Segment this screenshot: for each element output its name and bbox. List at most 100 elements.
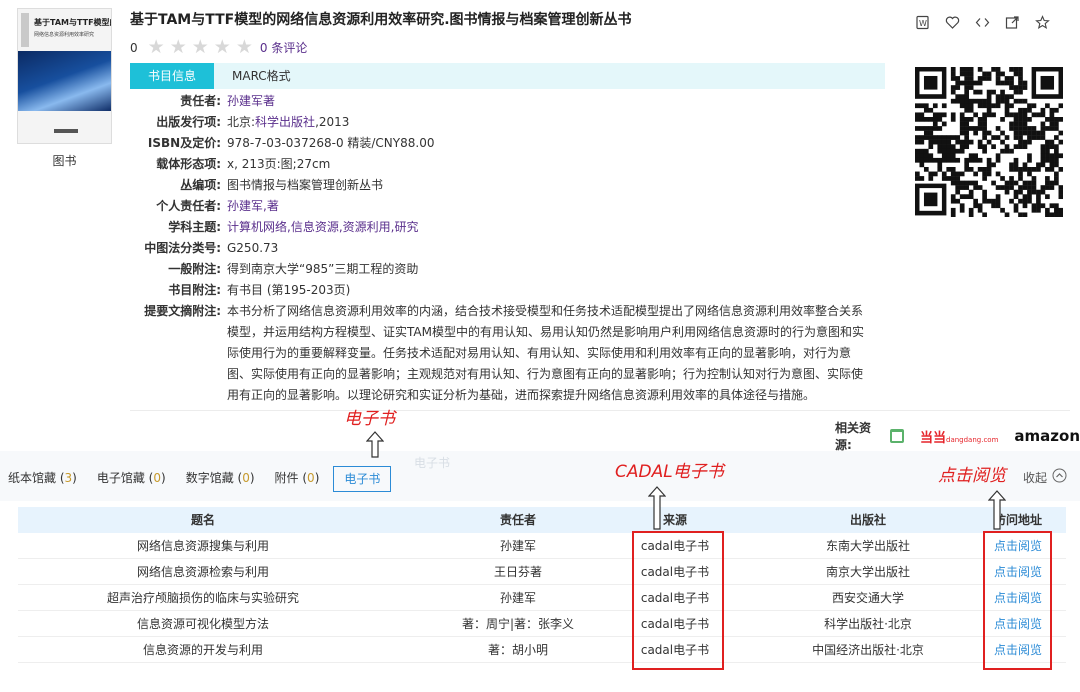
share-external-icon[interactable] [1005, 15, 1020, 30]
record-tabs: 书目信息 MARC格式 [130, 63, 885, 89]
table-cell: 孙建军 [499, 591, 536, 605]
table-header-cell: 来源 [662, 513, 687, 527]
annotation-cadal: CADAL电子书 [615, 462, 724, 482]
holdings-tab[interactable]: 电子馆藏 (0) [97, 466, 166, 492]
field-value[interactable]: 孙建军著 [227, 91, 275, 112]
rating-star-icon[interactable]: ★ [214, 38, 231, 57]
material-type-label: 图书 [52, 154, 77, 168]
annotation-arrow-cadal [648, 486, 666, 530]
field-row: 一般附注: 得到南京大学“985”三期工程的资助 [130, 259, 875, 280]
field-label: 书目附注: [168, 283, 221, 297]
field-value: 得到南京大学“985”三期工程的资助 [227, 262, 419, 276]
highlight-box-access [983, 531, 1052, 670]
table-header-cell: 题名 [190, 513, 215, 527]
rating-stars[interactable]: ★ ★ ★ ★ ★ [148, 38, 258, 57]
field-label: 提要文摘附注: [144, 304, 221, 318]
table-cell: 王日芬著 [493, 565, 542, 579]
book-cover: 基于TAM与TTF模型的 网络信息资源利用效率研究 [17, 8, 112, 144]
holdings-tabs: 纸本馆藏 (3) 电子馆藏 (0) 数字馆藏 (0) 附件 (0) 电子书 [8, 466, 411, 492]
field-value: x, 213页:图;27cm [227, 157, 331, 171]
embed-code-icon[interactable] [975, 15, 990, 30]
collapse-label: 收起 [1023, 470, 1048, 485]
table-cell: 中国经济出版社·北京 [812, 643, 924, 657]
table-cell: 孙建军 [499, 539, 536, 553]
field-label: ISBN及定价: [147, 136, 221, 150]
annotation-arrow-read [988, 490, 1006, 530]
ghost-text: 电子书 [414, 456, 451, 470]
field-label: 载体形态项: [156, 157, 221, 171]
star-add-icon[interactable] [1035, 15, 1050, 30]
rating-star-icon[interactable]: ★ [192, 38, 209, 57]
holdings-tab[interactable]: 附件 (0) [275, 466, 320, 492]
table-cell: 网络信息资源检索与利用 [136, 565, 269, 579]
cover-subtitle: 网络信息资源利用效率研究 [34, 32, 95, 38]
amazon-logo[interactable]: amazon [1014, 427, 1080, 445]
rating-row: 0 ★ ★ ★ ★ ★ 0 条评论 [130, 38, 307, 57]
table-cell: 著：周宁|著：张李义 [461, 617, 575, 631]
highlight-box-source [632, 531, 724, 670]
field-row: 出版发行项: 北京:科学出版社,2013 [130, 112, 875, 133]
book-title: 基于TAM与TTF模型的网络信息资源利用效率研究.图书情报与档案管理创新丛书 [130, 12, 632, 28]
holdings-table-header: 题名 责任者 来源 出版社 访问地址 [18, 507, 1066, 533]
annotation-read: 点击阅览 [938, 466, 1006, 486]
field-value: 978-7-03-037268-0 精装/CNY88.00 [227, 136, 435, 150]
cover-title: 基于TAM与TTF模型的 [34, 18, 112, 27]
holdings-tab[interactable]: 纸本馆藏 (3) [8, 466, 77, 492]
related-resources: 相关资源: 当当dangdang.com amazon [835, 419, 1080, 453]
field-label: 出版发行项: [156, 115, 221, 129]
table-cell: 科学出版社·北京 [824, 617, 912, 631]
field-label: 中图法分类号: [144, 241, 221, 255]
collapse-toggle[interactable]: 收起 [1023, 468, 1067, 486]
field-value: G250.73 [227, 241, 279, 255]
field-label: 丛编项: [180, 178, 221, 192]
cover-spine [21, 13, 29, 47]
holdings-tab[interactable]: 数字馆藏 (0) [186, 466, 255, 492]
bibliographic-fields: 责任者: 孙建军著 出版发行项: 北京:科学出版社,2013 ISBN及定价: 978-7… [130, 91, 875, 406]
field-row: 书目附注: 有书目 (第195-203页) [130, 280, 875, 301]
reviews-link[interactable]: 0 条评论 [260, 39, 307, 56]
field-value: 图书情报与档案管理创新丛书 [227, 178, 384, 192]
field-label: 责任者: [180, 94, 221, 108]
field-row: 载体形态项: x, 213页:图;27cm [130, 154, 875, 175]
field-value: 有书目 (第195-203页) [227, 283, 351, 297]
library-resource-icon[interactable] [889, 429, 904, 443]
annotation-ebook: 电子书 [344, 409, 395, 429]
table-cell: 西安交通大学 [831, 591, 904, 605]
field-row: 学科主题: 计算机网络,信息资源,资源利用,研究 [130, 217, 875, 238]
annotation-arrow-ebook [366, 431, 384, 458]
related-resources-label: 相关资源: [835, 421, 872, 452]
field-label: 一般附注: [168, 262, 221, 276]
table-row: 网络信息资源搜集与利用 孙建军 cadal电子书 东南大学出版社 点击阅览 [18, 533, 1066, 559]
qr-code [915, 67, 1064, 218]
tab-bibliographic-info[interactable]: 书目信息 [130, 63, 214, 89]
favorite-heart-icon[interactable] [945, 15, 960, 30]
table-row: 信息资源的开发与利用 著：胡小明 cadal电子书 中国经济出版社·北京 点击阅览 [18, 637, 1066, 663]
dangdang-logo[interactable]: 当当dangdang.com [920, 427, 998, 446]
holdings-tab-ebook[interactable]: 电子书 [333, 466, 392, 492]
table-cell: 南京大学出版社 [825, 565, 910, 579]
publisher-link[interactable]: 科学出版社 [255, 115, 315, 129]
rating-star-icon[interactable]: ★ [170, 38, 187, 57]
table-header-cell: 出版社 [849, 513, 886, 527]
export-icon[interactable]: W [915, 15, 930, 30]
table-row: 信息资源可视化模型方法 著：周宁|著：张李义 cadal电子书 科学出版社·北京 点击阅… [18, 611, 1066, 637]
field-value[interactable]: 计算机网络,信息资源,资源利用,研究 [227, 217, 418, 238]
table-cell: 信息资源可视化模型方法 [136, 617, 269, 631]
table-row: 网络信息资源检索与利用 王日芬著 cadal电子书 南京大学出版社 点击阅览 [18, 559, 1066, 585]
field-row: 个人责任者: 孙建军,著 [130, 196, 875, 217]
rating-score: 0 [130, 40, 138, 55]
table-row: 超声治疗颅脑损伤的临床与实验研究 孙建军 cadal电子书 西安交通大学 点击阅览 [18, 585, 1066, 611]
table-header-cell: 责任者 [499, 513, 536, 527]
divider [130, 410, 1070, 411]
field-row: 丛编项: 图书情报与档案管理创新丛书 [130, 175, 875, 196]
field-row: 中图法分类号: G250.73 [130, 238, 875, 259]
field-label: 学科主题: [168, 220, 221, 234]
rating-star-icon[interactable]: ★ [148, 38, 165, 57]
field-value: 本书分析了网络信息资源利用效率的内涵，结合技术接受模型和任务技术适配模型提出了网… [227, 304, 864, 402]
rating-star-icon[interactable]: ★ [236, 38, 253, 57]
field-label: 个人责任者: [156, 199, 221, 213]
tab-marc-format[interactable]: MARC格式 [232, 63, 291, 89]
table-cell: 著：胡小明 [487, 643, 548, 657]
chevron-up-icon [1052, 468, 1067, 486]
field-value[interactable]: 孙建军,著 [227, 196, 279, 217]
